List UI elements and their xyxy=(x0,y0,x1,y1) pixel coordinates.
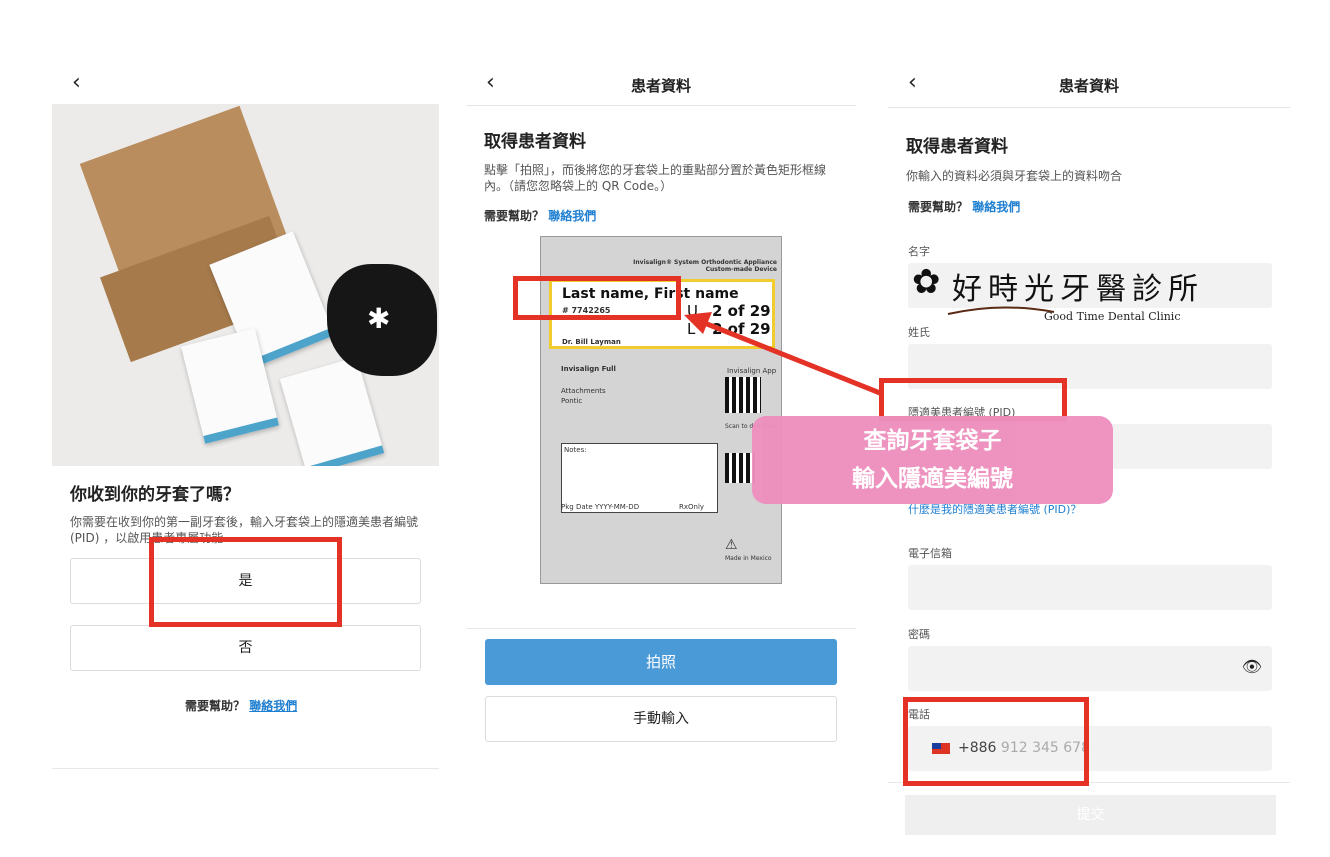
callout-line-2: 輸入隱適美編號 xyxy=(852,466,1013,492)
callout-line-1: 查詢牙套袋子 xyxy=(863,428,1002,454)
red-arrow xyxy=(684,312,881,396)
annotation-callout: 查詢牙套袋子 輸入隱適美編號 xyxy=(752,416,1113,504)
